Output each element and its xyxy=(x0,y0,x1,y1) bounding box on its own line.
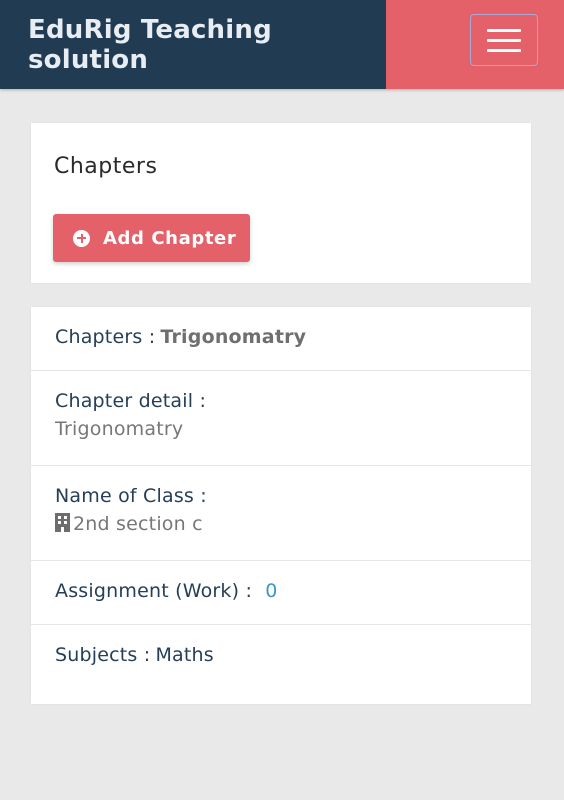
class-name-value-wrap: 2nd section c xyxy=(55,513,531,535)
chapter-details-card: Chapters : Trigonomatry Chapter detail :… xyxy=(31,307,531,704)
add-chapter-button[interactable]: Add Chapter xyxy=(53,214,250,262)
chapter-name-row: Chapters : Trigonomatry xyxy=(31,307,531,371)
class-name-row: Name of Class : 2nd section c xyxy=(31,466,531,561)
chapter-value: Trigonomatry xyxy=(160,326,307,348)
chapter-detail-value: Trigonomatry xyxy=(55,418,184,440)
subjects-label: Subjects : xyxy=(55,644,151,666)
subjects-value: Maths xyxy=(155,644,214,666)
hamburger-icon-bar xyxy=(487,38,521,42)
class-name-label: Name of Class : xyxy=(55,485,207,507)
building-icon xyxy=(55,513,70,532)
assignment-label: Assignment (Work) : xyxy=(55,580,253,602)
class-name-value: 2nd section c xyxy=(73,513,203,535)
app-title[interactable]: EduRig Teaching solution xyxy=(28,15,386,75)
chapter-label: Chapters : xyxy=(55,326,156,348)
plus-circle-icon xyxy=(73,229,90,247)
top-navbar: EduRig Teaching solution xyxy=(0,0,564,89)
hamburger-icon-bar xyxy=(487,48,521,52)
hamburger-icon-bar xyxy=(487,28,521,32)
menu-toggle-button[interactable] xyxy=(470,14,538,66)
subjects-row: Subjects : Maths xyxy=(31,625,531,704)
brand-area[interactable]: EduRig Teaching solution xyxy=(0,0,386,89)
chapter-detail-label: Chapter detail : xyxy=(55,390,207,412)
assignment-row: Assignment (Work) : 0 xyxy=(31,561,531,625)
navbar-right xyxy=(386,0,564,89)
chapters-heading: Chapters xyxy=(54,154,158,179)
assignment-count-link[interactable]: 0 xyxy=(265,580,277,602)
add-chapter-label: Add Chapter xyxy=(103,227,237,249)
chapter-detail-row: Chapter detail : Trigonomatry xyxy=(31,371,531,466)
